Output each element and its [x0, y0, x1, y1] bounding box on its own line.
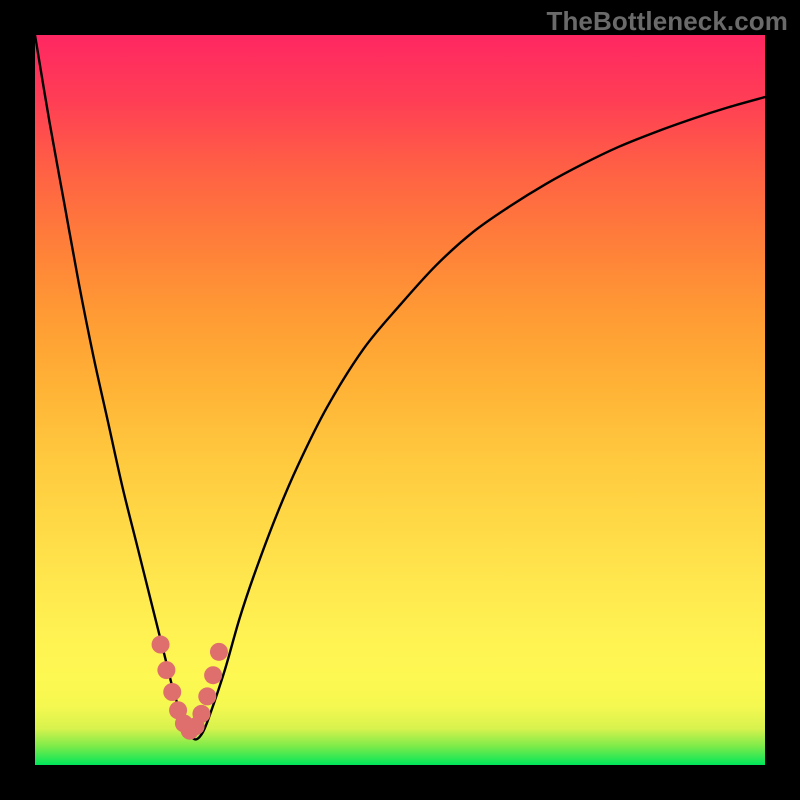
chart-frame: TheBottleneck.com	[0, 0, 800, 800]
highlight-dot	[204, 666, 222, 684]
highlight-dot	[152, 636, 170, 654]
plot-area	[35, 35, 765, 765]
highlight-dot	[198, 687, 216, 705]
highlight-dots	[152, 636, 228, 740]
highlight-dot	[163, 683, 181, 701]
highlight-dot	[192, 705, 210, 723]
bottleneck-curve	[35, 35, 765, 739]
highlight-dot	[210, 643, 228, 661]
highlight-dot	[157, 661, 175, 679]
watermark-text: TheBottleneck.com	[546, 6, 788, 37]
curve-svg	[35, 35, 765, 765]
